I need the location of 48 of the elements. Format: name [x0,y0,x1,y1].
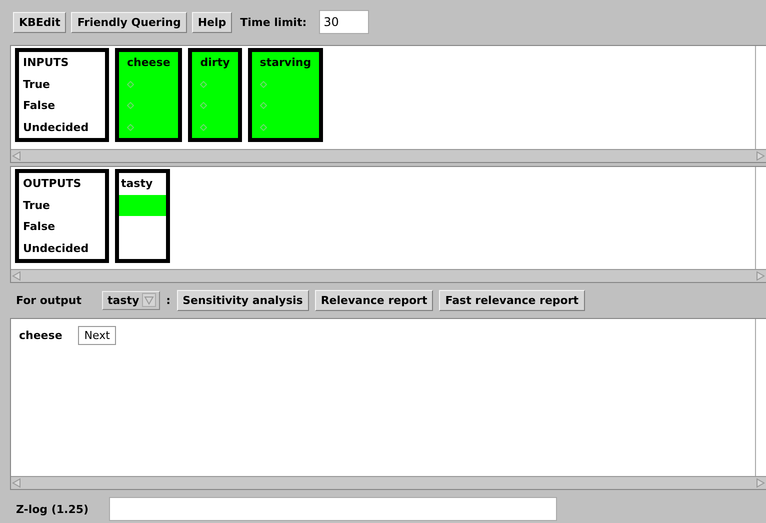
state-label: True [23,78,50,91]
time-limit-field[interactable]: 30 [318,10,369,34]
diamond-icon[interactable] [260,102,267,110]
scroll-right-icon[interactable] [755,478,766,488]
scroll-left-icon[interactable] [11,478,22,488]
input-variable-card[interactable]: dirty [188,48,242,142]
state-label: False [23,99,56,112]
input-variable-card[interactable]: cheese [115,48,182,142]
toolbar-button[interactable]: KBEdit [13,12,66,32]
time-limit-label: Time limit: [240,16,307,28]
zlog-label: Z-log (1.25) [16,502,89,516]
diamond-icon[interactable] [200,80,208,88]
variable-name: tasty [121,177,153,190]
variable-name: starving [260,56,312,70]
separator-colon: : [166,294,171,306]
report-item: cheese [19,329,62,342]
state-label: Undecided [23,242,89,255]
horizontal-scrollbar[interactable] [11,269,766,282]
state-label: Undecided [23,120,89,134]
diamond-icon[interactable] [200,102,208,110]
box-title: OUTPUTS [23,177,82,190]
diamond-icon[interactable] [127,124,134,131]
next-button[interactable]: Next [78,326,116,345]
variable-name: dirty [200,56,230,70]
horizontal-scrollbar[interactable] [11,476,766,489]
output-dropdown[interactable]: tasty [102,290,160,310]
toolbar-button[interactable]: Friendly Quering [71,12,187,32]
zlog-field[interactable] [108,497,557,521]
variable-name: cheese [127,56,170,70]
report-button[interactable]: Relevance report [314,290,434,310]
input-variable-card[interactable]: starving [248,48,324,142]
diamond-icon[interactable] [127,80,134,88]
output-label: For output [16,294,82,306]
box-title: INPUTS [23,56,69,70]
scroll-right-icon[interactable] [755,271,766,281]
scroll-right-icon[interactable] [755,151,766,161]
scroll-left-icon[interactable] [11,151,22,161]
diamond-icon[interactable] [200,124,208,131]
toolbar-button[interactable]: Help [192,12,232,32]
diamond-icon[interactable] [260,80,267,88]
report-button[interactable]: Sensitivity analysis [176,290,309,310]
scroll-left-icon[interactable] [11,271,22,281]
state-label: True [23,198,50,212]
diamond-icon[interactable] [260,124,267,131]
state-label: False [23,220,56,234]
report-button[interactable]: Fast relevance report [439,290,585,310]
diamond-icon[interactable] [127,102,134,110]
horizontal-scrollbar[interactable] [11,149,766,162]
